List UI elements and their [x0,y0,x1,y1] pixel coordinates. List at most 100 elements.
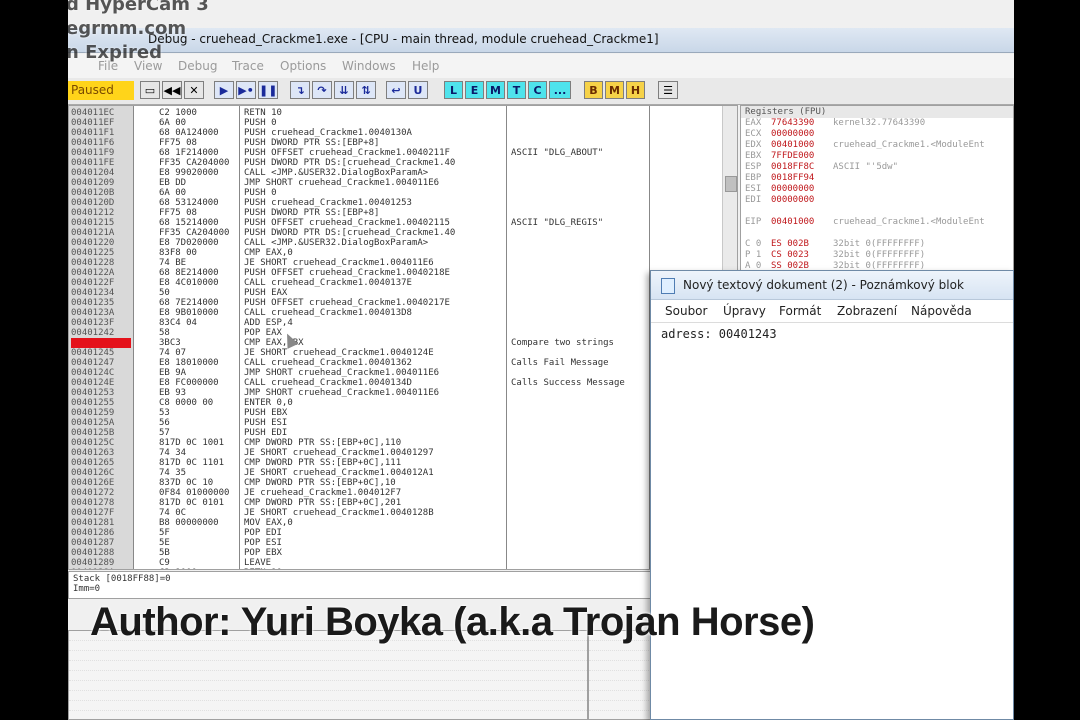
menu-options[interactable]: Options [280,59,326,73]
memory-breakpoints-button[interactable]: M [605,81,624,99]
disasm-row[interactable]: 00401287 5E POP ESI [69,538,729,548]
register-row[interactable]: EDI 00000000 [741,195,1013,206]
execute-till-return-icon[interactable]: ↩ [386,81,406,99]
register-row[interactable] [741,228,1013,239]
menu-trace[interactable]: Trace [232,59,264,73]
disasm-row[interactable]: 00401278 817D 0C 0101 CMP DWORD PTR SS:[EB… [69,498,729,508]
step-into-icon[interactable]: ↴ [290,81,310,99]
register-row[interactable]: EDX 00401000 cruehead_Crackme1.<ModuleEnt [741,140,1013,151]
modules-window-button[interactable]: E [465,81,484,99]
menu-debug[interactable]: Debug [178,59,217,73]
notepad-text-area[interactable]: adress: 00401243 [661,327,777,341]
trace-over-icon[interactable]: ⇅ [356,81,376,99]
disasm-row[interactable]: 0040125A 56 PUSH ESI [69,418,729,428]
disasm-row[interactable]: 0040126C 74 35 JE SHORT cruehead_Crackme1.… [69,468,729,478]
more-windows-button[interactable]: ... [549,81,571,99]
scroll-thumb[interactable] [725,176,737,192]
disasm-row[interactable]: 0040128A C2 1000 RETN 10 [69,568,729,569]
log-window-button[interactable]: L [444,81,463,99]
close-icon[interactable]: ✕ [184,81,204,99]
disasm-row[interactable]: 00401247 E8 18010000 CALL cruehead_Crackme… [69,358,729,368]
disasm-row[interactable]: 00401243 3BC3 CMP EAX,EBX Compare two strin… [69,338,729,348]
register-row[interactable] [741,206,1013,217]
notepad-window[interactable]: Nový textový dokument (2) - Poznámkový b… [650,270,1014,720]
disasm-row[interactable]: 00401253 EB 93 JMP SHORT cruehead_Crackme1… [69,388,729,398]
disasm-row[interactable]: 00401263 74 34 JE SHORT cruehead_Crackme1.… [69,448,729,458]
pause-icon[interactable]: ❚❚ [258,81,278,99]
register-info: 32bit 0(FFFFFFFF) [833,250,926,260]
disasm-row[interactable]: 00401272 0F84 01000000 JE cruehead_Crackme… [69,488,729,498]
hardware-breakpoints-button[interactable]: H [626,81,645,99]
notepad-menu-format[interactable]: Formát [779,304,821,318]
run-thread-icon[interactable]: ▶• [236,81,256,99]
disasm-row[interactable]: 00401265 817D 0C 1101 CMP DWORD PTR SS:[EB… [69,458,729,468]
notepad-menu-view[interactable]: Zobrazení [837,304,897,318]
memory-window-button[interactable]: M [486,81,505,99]
disassembly-pane[interactable]: 004011EC C2 1000 RETN 10 004011EF 6A 00 PUSH … [68,105,738,570]
notepad-menu-edit[interactable]: Úpravy [723,304,766,318]
disasm-row[interactable]: 00401245 74 07 JE SHORT cruehead_Crackme1.… [69,348,729,358]
cpu-window-button[interactable]: C [528,81,547,99]
disasm-row[interactable]: 00401204 E8 99020000 CALL <JMP.&USER32.Dia… [69,168,729,178]
register-row[interactable]: ECX 00000000 [741,129,1013,140]
trace-into-icon[interactable]: ⇊ [334,81,354,99]
disasm-row[interactable]: 00401259 53 PUSH EBX [69,408,729,418]
disasm-row[interactable]: 00401242 58 POP EAX [69,328,729,338]
menu-windows[interactable]: Windows [342,59,396,73]
step-over-icon[interactable]: ↷ [312,81,332,99]
disasm-row[interactable]: 00401281 B8 00000000 MOV EAX,0 [69,518,729,528]
disasm-row[interactable]: 0040121A FF35 CA204000 PUSH DWORD PTR DS:[… [69,228,729,238]
disasm-row[interactable]: 00401255 C8 0000 00 ENTER 0,0 [69,398,729,408]
register-row[interactable]: EAX 77643390 kernel32.77643390 [741,118,1013,129]
execute-till-user-icon[interactable]: U [408,81,428,99]
disasm-row[interactable]: 004011F6 FF75 08 PUSH DWORD PTR SS:[EBP+8] [69,138,729,148]
run-icon[interactable]: ▶ [214,81,234,99]
disasm-row[interactable]: 0040120D 68 53124000 PUSH cruehead_Crackme… [69,198,729,208]
notepad-titlebar[interactable]: Nový textový dokument (2) - Poznámkový b… [651,271,1013,300]
disasm-row[interactable]: 0040123F 83C4 04 ADD ESP,4 [69,318,729,328]
register-row[interactable]: ESP 0018FF8C ASCII "'5dw" [741,162,1013,173]
threads-window-button[interactable]: T [507,81,526,99]
rewind-icon[interactable]: ◀◀ [162,81,182,99]
disasm-row[interactable]: 0040126E 837D 0C 10 CMP DWORD PTR SS:[EBP+… [69,478,729,488]
disasm-row[interactable]: 0040120B 6A 00 PUSH 0 [69,188,729,198]
notepad-menu-file[interactable]: Soubor [665,304,707,318]
disasm-row[interactable]: 00401212 FF75 08 PUSH DWORD PTR SS:[EBP+8] [69,208,729,218]
disasm-row[interactable]: 00401235 68 7E214000 PUSH OFFSET cruehead_… [69,298,729,308]
register-row[interactable]: C 0 ES 002B 32bit 0(FFFFFFFF) [741,239,1013,250]
disasm-row[interactable]: 004011EC C2 1000 RETN 10 [69,108,729,118]
disasm-row[interactable]: 00401228 74 BE JE SHORT cruehead_Crackme1.… [69,258,729,268]
disasm-row[interactable]: 00401288 5B POP EBX [69,548,729,558]
list-icon[interactable]: ☰ [658,81,678,99]
registers-pane[interactable]: Registers (FPU) EAX 77643390 kernel32.7764… [740,105,1014,280]
register-row[interactable]: EIP 00401000 cruehead_Crackme1.<ModuleEnt [741,217,1013,228]
disasm-row[interactable]: 00401220 E8 7D020000 CALL <JMP.&USER32.Dia… [69,238,729,248]
disasm-row[interactable]: 00401215 68 15214000 PUSH OFFSET cruehead_… [69,218,729,228]
disasm-row[interactable]: 004011F1 68 0A124000 PUSH cruehead_Crackme… [69,128,729,138]
register-row[interactable]: EBX 7FFDE000 [741,151,1013,162]
disasm-row[interactable]: 004011F9 68 1F214000 PUSH OFFSET cruehead_… [69,148,729,158]
register-value: 0018FF94 [771,173,815,183]
disasm-row[interactable]: 0040124E E8 FC000000 CALL cruehead_Crackme… [69,378,729,388]
disasm-row[interactable]: 004011FE FF35 CA204000 PUSH DWORD PTR DS:[… [69,158,729,168]
disasm-row[interactable]: 00401286 5F POP EDI [69,528,729,538]
disasm-row[interactable]: 0040125C 817D 0C 1001 CMP DWORD PTR SS:[EB… [69,438,729,448]
register-row[interactable]: ESI 00000000 [741,184,1013,195]
disasm-row[interactable]: 00401209 EB DD JMP SHORT cruehead_Crackme1… [69,178,729,188]
register-row[interactable]: EBP 0018FF94 [741,173,1013,184]
disasm-row[interactable]: 00401225 83F8 00 CMP EAX,0 [69,248,729,258]
disasm-row[interactable]: 0040122F E8 4C010000 CALL cruehead_Crackme… [69,278,729,288]
disasm-row[interactable]: 00401289 C9 LEAVE [69,558,729,568]
menu-help[interactable]: Help [412,59,439,73]
notepad-menu-help[interactable]: Nápověda [911,304,972,318]
open-icon[interactable]: ▭ [140,81,160,99]
disasm-row[interactable]: 00401234 50 PUSH EAX [69,288,729,298]
disasm-row[interactable]: 0040127F 74 0C JE SHORT cruehead_Crackme1.… [69,508,729,518]
breakpoints-button[interactable]: B [584,81,603,99]
disasm-row[interactable]: 0040122A 68 8E214000 PUSH OFFSET cruehead_… [69,268,729,278]
register-row[interactable]: P 1 CS 0023 32bit 0(FFFFFFFF) [741,250,1013,261]
disasm-row[interactable]: 004011EF 6A 00 PUSH 0 [69,118,729,128]
disasm-row[interactable]: 0040123A E8 9B010000 CALL cruehead_Crackme… [69,308,729,318]
disasm-row[interactable]: 0040125B 57 PUSH EDI [69,428,729,438]
disasm-row[interactable]: 0040124C EB 9A JMP SHORT cruehead_Crackme1… [69,368,729,378]
